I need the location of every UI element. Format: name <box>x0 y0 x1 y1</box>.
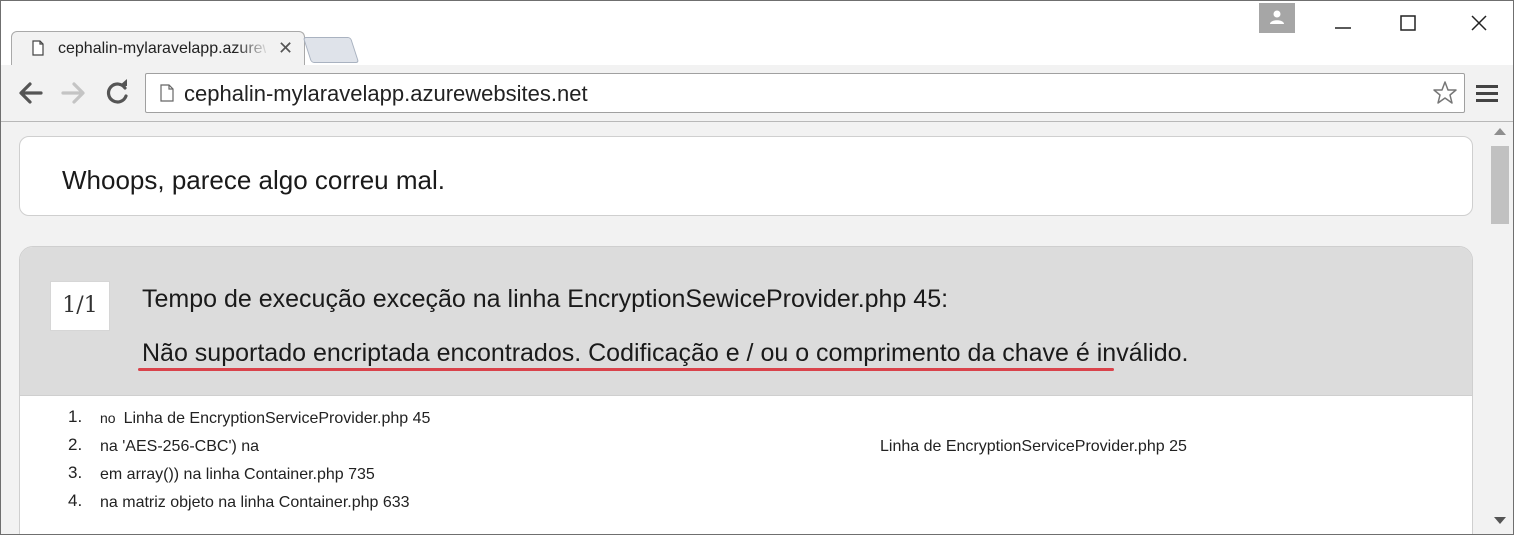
browser-tab[interactable]: cephalin-mylaravelapp.azurewebsites.net … <box>11 31 305 68</box>
highlight-underline <box>138 368 1114 371</box>
frame-location: Linha de EncryptionServiceProvider.php 4… <box>123 410 431 427</box>
star-icon[interactable] <box>1432 80 1458 111</box>
stack-frame[interactable]: 1. no Linha de EncryptionServiceProvider.… <box>20 407 1472 435</box>
vertical-scrollbar[interactable] <box>1489 122 1513 534</box>
page-icon <box>32 40 44 56</box>
exception-message: Não suportado encriptada encontrados. Co… <box>142 339 1189 367</box>
exception-card: 1/1 Tempo de execução exceção na linha E… <box>19 246 1473 534</box>
close-icon[interactable]: ✕ <box>278 39 293 57</box>
scrollbar-thumb[interactable] <box>1491 146 1509 224</box>
frame-number: 4. <box>68 491 83 510</box>
address-bar[interactable]: cephalin-mylaravelapp.azurewebsites.net <box>145 73 1465 113</box>
stack-frame[interactable]: 3. em array()) na linha Container.php 73… <box>20 463 1472 491</box>
reload-icon[interactable] <box>103 79 133 107</box>
page-content: Whoops, parece algo correu mal. 1/1 Temp… <box>1 122 1489 534</box>
exception-title: Tempo de execução exceção na linha Encry… <box>142 285 949 313</box>
stack-frame[interactable]: 4. na matriz objeto na linha Container.p… <box>20 491 1472 519</box>
scroll-down-icon[interactable] <box>1494 517 1506 524</box>
frame-location: na 'AES-256-CBC') na <box>100 438 260 455</box>
browser-window: cephalin-mylaravelapp.azurewebsites.net … <box>0 0 1514 535</box>
back-icon[interactable] <box>15 79 45 107</box>
window-close-icon[interactable] <box>1459 7 1499 37</box>
url-text[interactable]: cephalin-mylaravelapp.azurewebsites.net <box>184 81 588 107</box>
frame-file: Linha de EncryptionServiceProvider.php 2… <box>880 438 1187 455</box>
menu-icon[interactable] <box>1475 83 1499 105</box>
forward-icon[interactable] <box>59 79 89 107</box>
new-tab-button[interactable] <box>302 37 360 63</box>
frame-prefix: no <box>100 410 116 426</box>
frame-text: no Linha de EncryptionServiceProvider.php… <box>100 410 430 428</box>
exception-header: 1/1 Tempo de execução exceção na linha E… <box>20 247 1472 396</box>
user-icon[interactable] <box>1259 3 1295 33</box>
minimize-icon[interactable] <box>1323 7 1363 37</box>
frame-location: em array()) na linha Container.php 735 <box>100 466 375 483</box>
scroll-up-icon[interactable] <box>1494 128 1506 135</box>
toolbar: cephalin-mylaravelapp.azurewebsites.net <box>1 65 1513 122</box>
frame-location: na matriz objeto na linha Container.php … <box>100 494 410 511</box>
tab-title: cephalin-mylaravelapp.azurewebsites.net <box>58 40 266 57</box>
whoops-card: Whoops, parece algo correu mal. <box>19 136 1473 216</box>
frame-number: 1. <box>68 407 83 426</box>
tab-strip: cephalin-mylaravelapp.azurewebsites.net … <box>1 1 1513 68</box>
page-icon <box>160 84 174 107</box>
tab-title-fade <box>236 36 270 60</box>
exception-counter: 1/1 <box>50 281 110 331</box>
frame-number: 2. <box>68 435 83 454</box>
stack-frame[interactable]: 2. na 'AES-256-CBC') na Linha de Encrypt… <box>20 435 1472 463</box>
maximize-icon[interactable] <box>1389 7 1429 37</box>
frame-number: 3. <box>68 463 83 482</box>
whoops-message: Whoops, parece algo correu mal. <box>62 165 445 195</box>
